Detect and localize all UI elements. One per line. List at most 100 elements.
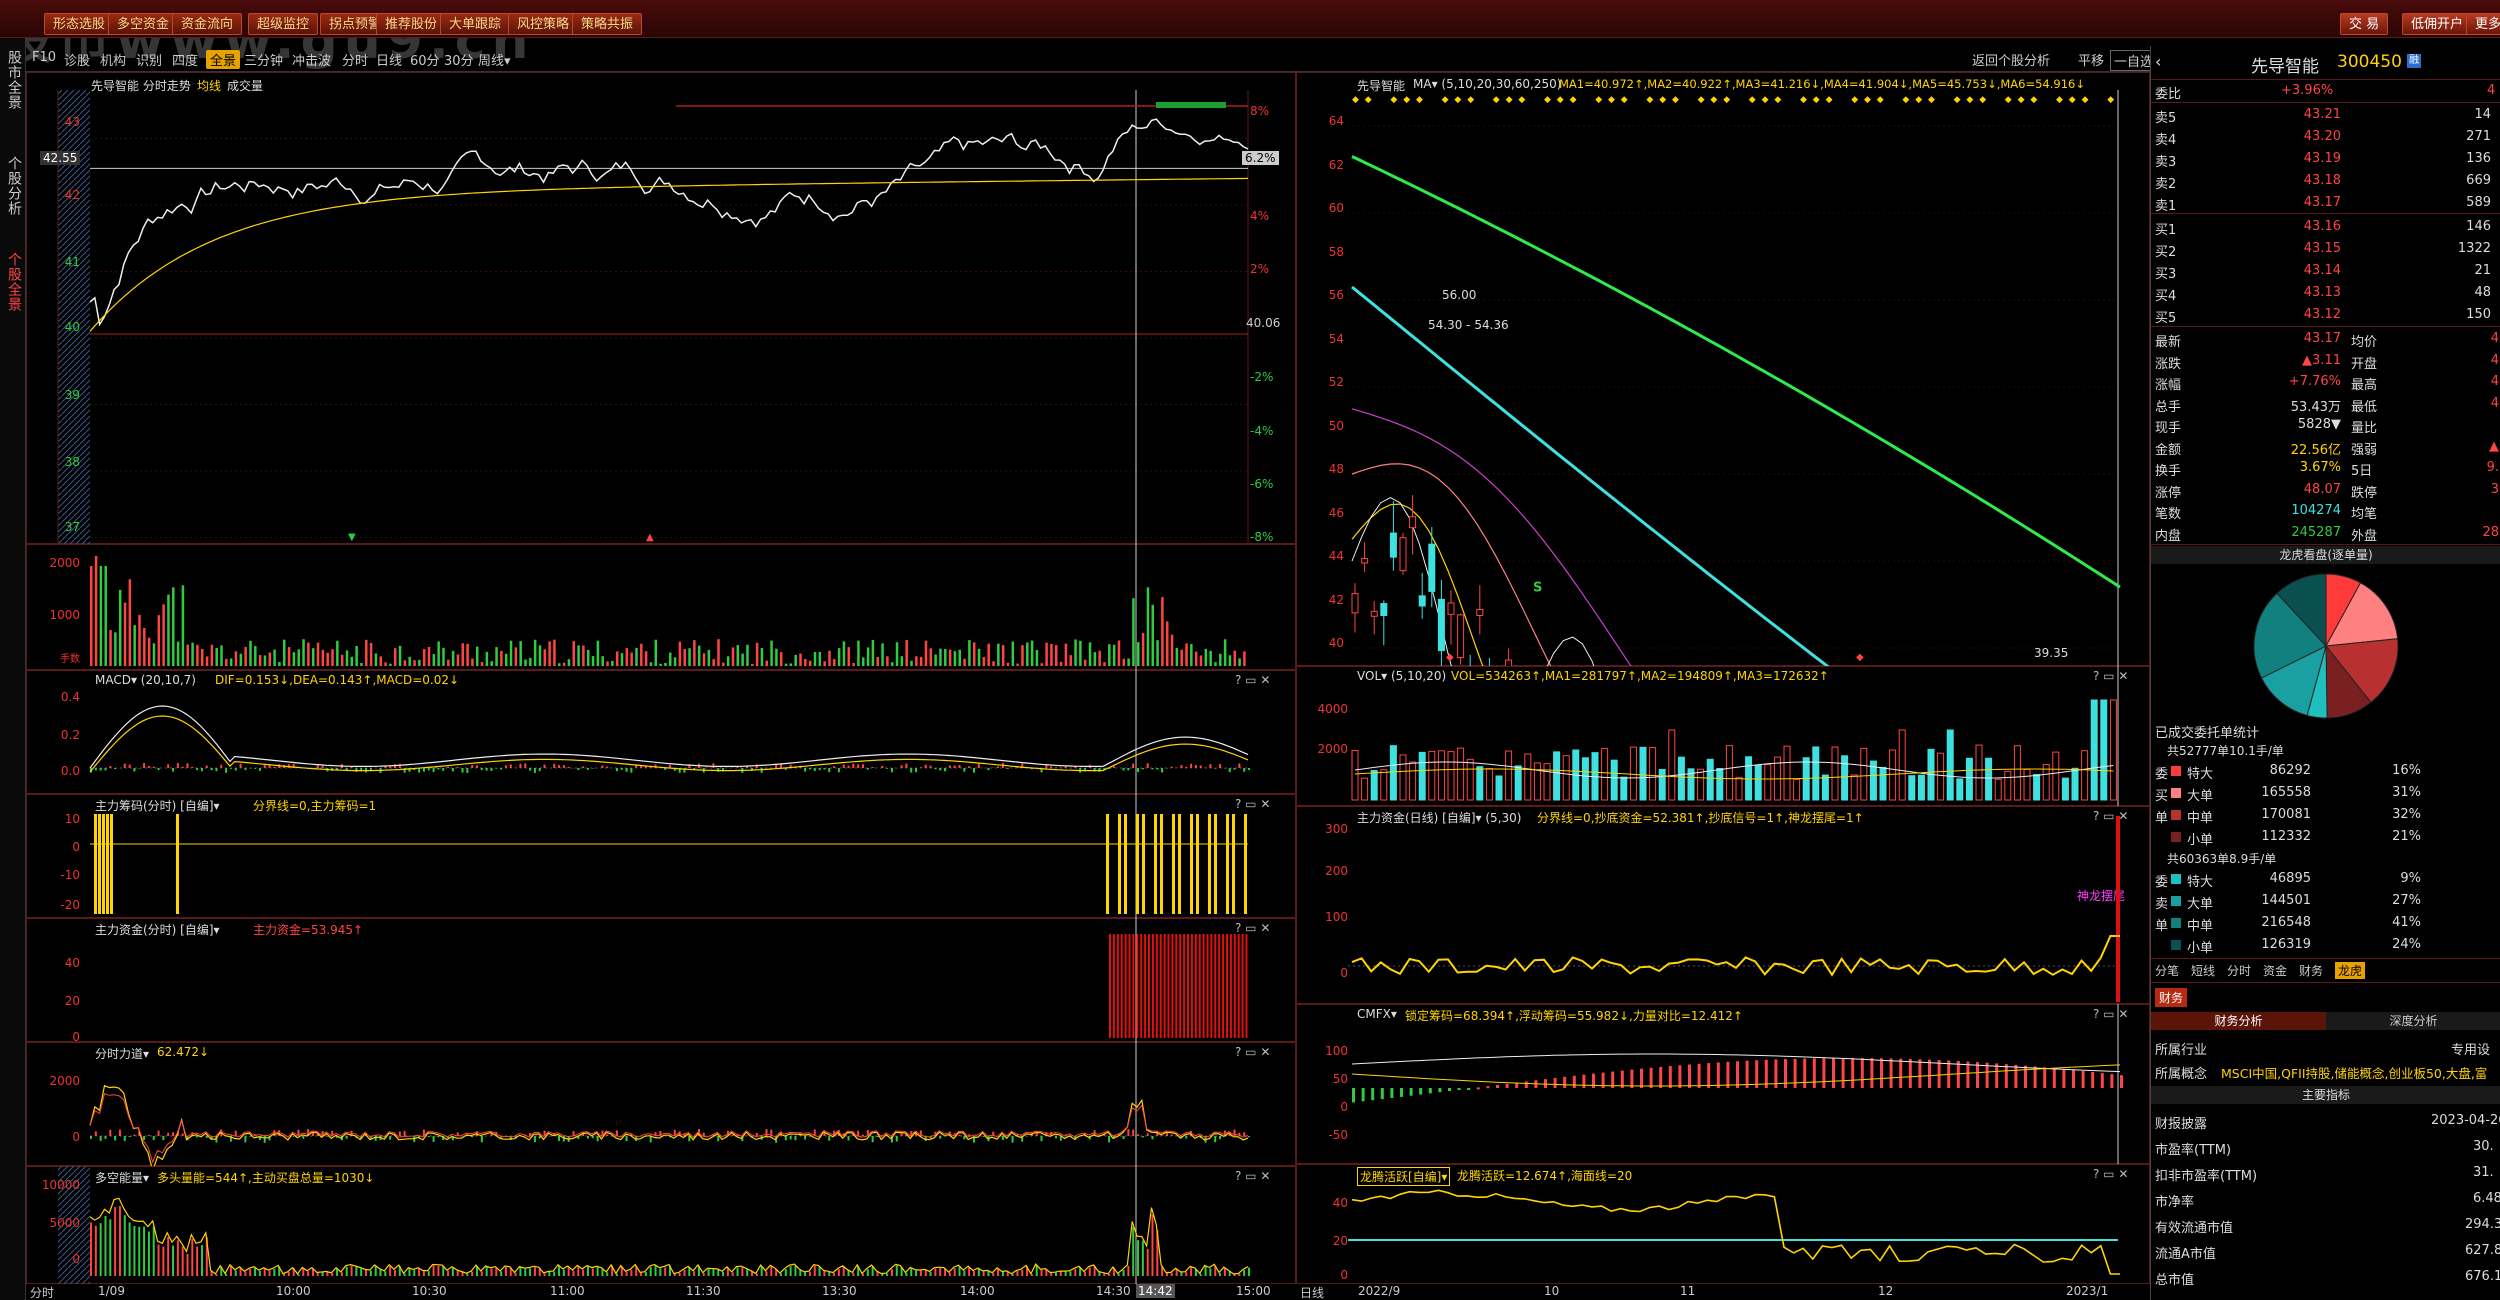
tab-stock-overview[interactable]: 个股全景 <box>2 252 24 312</box>
macd-bar <box>972 768 975 773</box>
cmfx-bar <box>1496 1085 1499 1088</box>
funds-tick: 20 <box>64 994 80 1008</box>
energy-bar <box>625 1271 628 1276</box>
volume-bar <box>1399 754 1407 801</box>
volume-bar <box>302 639 305 666</box>
energy-bar <box>577 1266 580 1276</box>
quote-tab[interactable]: 财务 <box>2299 962 2323 979</box>
volume-bar <box>205 656 209 666</box>
toolbar-weekly[interactable]: 周线▾ <box>478 50 511 69</box>
quote-tab[interactable]: 短线 <box>2191 962 2215 979</box>
menu-button-1[interactable]: 形态选股 <box>44 13 115 35</box>
tab-finance[interactable]: 财务 <box>2155 988 2188 1007</box>
volume-bar <box>1156 640 1159 666</box>
force-bar <box>1040 1136 1043 1142</box>
toolbar-daily[interactable]: 日线 <box>376 50 402 69</box>
back-chevron-icon[interactable]: ‹ <box>2155 52 2161 71</box>
tab-market-overview[interactable]: 股市全景 <box>2 50 24 110</box>
chip-bar <box>1154 814 1157 914</box>
open-account-button[interactable]: 低佣开户 <box>2402 13 2473 35</box>
cmfx-bar <box>1572 1075 1576 1088</box>
left-mode-label[interactable]: 分时 <box>30 1284 54 1300</box>
force-bar <box>789 1136 792 1140</box>
toolbar-overview[interactable]: 全景 <box>206 50 241 69</box>
chip-bar <box>98 814 101 914</box>
energy-bar <box>321 1272 324 1276</box>
energy-bar <box>736 1267 739 1276</box>
energy-bar <box>562 1269 565 1276</box>
volume-bar <box>818 652 822 666</box>
signal-diamond: ◆ <box>1813 95 1820 105</box>
macd-bar <box>929 765 932 768</box>
volume-bar <box>1069 655 1072 666</box>
toolbar-impact-wave[interactable]: 冲击波 <box>292 50 331 69</box>
toolbar-f10[interactable]: F10 <box>32 50 56 65</box>
volume-bar <box>1754 764 1762 801</box>
total-mv-value: 676.1 <box>2465 1269 2500 1284</box>
stat-label-2: 5日 <box>2351 464 2373 479</box>
stat-value: 245287 <box>2291 524 2341 540</box>
macd-bar <box>244 768 247 771</box>
quote-tab[interactable]: 资金 <box>2263 962 2287 979</box>
volume-bar <box>1677 756 1685 801</box>
left-mode-label[interactable]: 日线 <box>1300 1284 1324 1300</box>
back-to-analysis-link[interactable]: 返回个股分析 <box>1972 50 2050 69</box>
macd-bar <box>881 765 884 768</box>
volume-bar <box>567 659 571 666</box>
funds-bar <box>1148 934 1150 1038</box>
date-tick: 12 <box>1878 1284 1894 1298</box>
menu-button-7[interactable]: 大单跟踪 <box>440 13 511 35</box>
cmfx-bar <box>1352 1088 1355 1103</box>
volume-bar <box>471 658 474 666</box>
toolbar-four-degree[interactable]: 四度 <box>172 50 198 69</box>
cmfx-bar <box>1697 1063 1701 1088</box>
macd-bar <box>1127 768 1130 771</box>
color-swatch <box>2171 766 2181 776</box>
trade-button[interactable]: 交 易 <box>2340 13 2389 35</box>
menu-button-6[interactable]: 推荐股份 <box>376 13 447 35</box>
force-bar <box>326 1136 329 1137</box>
macd-bar <box>1248 768 1250 770</box>
cmfx-bar <box>1976 1062 1979 1088</box>
tab-finance-analysis[interactable]: 财务分析 <box>2151 1012 2326 1030</box>
macd-bar <box>398 763 401 768</box>
tab-deep-analysis[interactable]: 深度分析 <box>2326 1012 2500 1030</box>
volume-bar <box>451 650 455 666</box>
toolbar-identify[interactable]: 识别 <box>136 50 162 69</box>
macd-bar <box>997 766 1000 768</box>
more-button[interactable]: 更多 <box>2466 13 2500 35</box>
stat-value: 3.67% <box>2299 460 2341 475</box>
menu-button-4[interactable]: 超级监控 <box>248 13 319 35</box>
toolbar-diagnose[interactable]: 诊股 <box>64 50 90 69</box>
quote-tab[interactable]: 龙虎 <box>2335 962 2366 979</box>
energy-bar <box>924 1270 927 1276</box>
menu-button-9[interactable]: 策略共振 <box>572 13 643 35</box>
funds-tick: 40 <box>64 956 80 970</box>
menu-button-2[interactable]: 多空资金 <box>108 13 179 35</box>
kvol-tick: 2000 <box>1317 742 1348 756</box>
toolbar-60min[interactable]: 60分 <box>410 50 440 69</box>
energy-bar <box>104 1215 107 1276</box>
menu-button-3[interactable]: 资金流向 <box>172 13 243 35</box>
energy-bar <box>640 1272 643 1276</box>
toolbar-30min[interactable]: 30分 <box>444 50 474 69</box>
force-bar <box>167 1132 170 1136</box>
volume-bar <box>476 646 479 666</box>
volume-bar <box>1409 761 1417 801</box>
energy-bar <box>804 1272 807 1276</box>
toolbar-three-min[interactable]: 三分钟 <box>244 50 283 69</box>
pan-button[interactable]: 平移 <box>2078 50 2104 69</box>
volume-bar <box>669 652 672 666</box>
quote-tab[interactable]: 分笔 <box>2155 962 2179 979</box>
signal-diamond: ◆ <box>1403 95 1410 105</box>
tab-stock-analysis[interactable]: 个股分析 <box>2 156 24 216</box>
toolbar-intraday[interactable]: 分时 <box>342 50 368 69</box>
funds-bar <box>1179 934 1182 1038</box>
float-mv-row: 有效流通市值 294.3 <box>2151 1214 2500 1236</box>
menu-button-8[interactable]: 风控策略 <box>508 13 579 35</box>
energy-bar <box>254 1267 257 1276</box>
ask-row: 卖4 43.20 271 <box>2151 126 2500 148</box>
toolbar-institution[interactable]: 机构 <box>100 50 126 69</box>
stat-row: 金额 22.56亿 强弱 ▲ <box>2151 436 2500 458</box>
quote-tab[interactable]: 分时 <box>2227 962 2251 979</box>
